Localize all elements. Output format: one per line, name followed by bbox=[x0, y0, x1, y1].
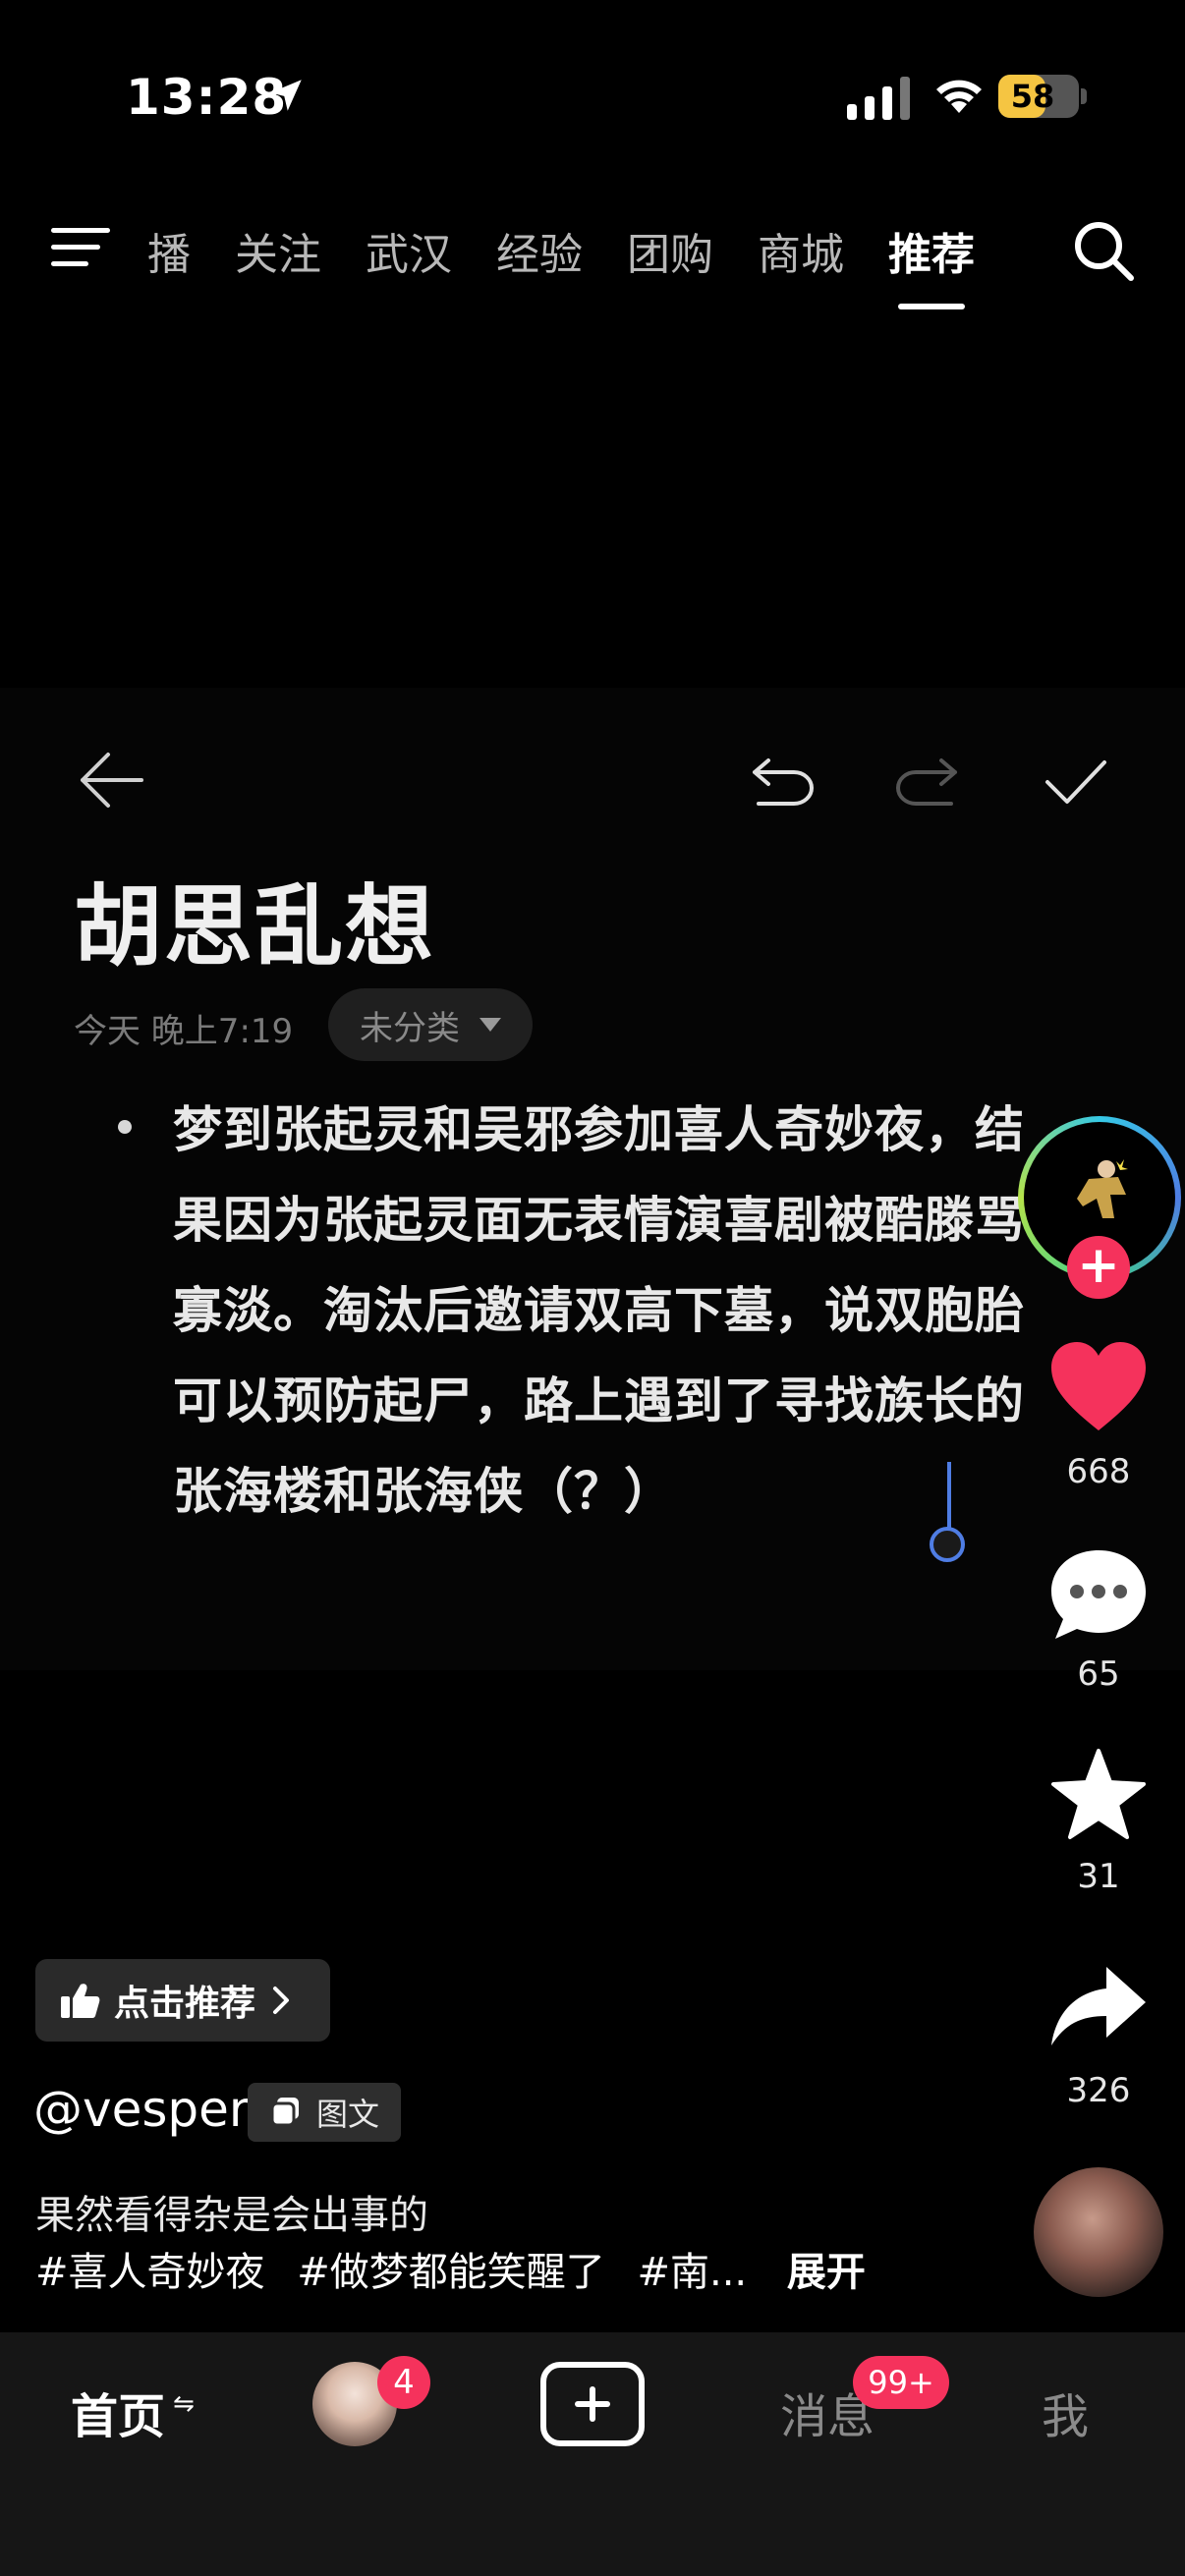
text-cursor-handle bbox=[930, 1527, 965, 1562]
hashtag[interactable]: #南... bbox=[637, 2250, 747, 2295]
tab-mall[interactable]: 商城 bbox=[758, 219, 844, 282]
note-title: 胡思乱想 bbox=[74, 875, 435, 979]
check-icon bbox=[1045, 760, 1106, 804]
post-tags: #喜人奇妙夜 #做梦都能笑醒了 #南... 展开 bbox=[35, 2240, 866, 2297]
tab-me[interactable]: 我 bbox=[1042, 2378, 1089, 2446]
post-type-badge: 图文 bbox=[248, 2083, 401, 2142]
recommend-label: 点击推荐 bbox=[114, 1984, 256, 2024]
friend-badge: 4 bbox=[377, 2356, 430, 2409]
share-count: 326 bbox=[1066, 2071, 1131, 2110]
thumbs-up-icon bbox=[61, 1984, 100, 2018]
hashtag[interactable]: #喜人奇妙夜 bbox=[35, 2250, 265, 2295]
favorite-count: 31 bbox=[1077, 1857, 1120, 1896]
note-timestamp: 今天 晚上7:19 bbox=[74, 1012, 294, 1051]
menu-icon[interactable] bbox=[51, 226, 110, 269]
search-icon[interactable] bbox=[1071, 218, 1136, 283]
battery-indicator: 58 bbox=[998, 75, 1087, 118]
tab-bo[interactable]: 播 bbox=[147, 219, 191, 282]
music-disc[interactable] bbox=[1034, 2167, 1163, 2297]
author-name[interactable]: @vesper bbox=[33, 2081, 249, 2138]
comment-icon[interactable] bbox=[1047, 1546, 1150, 1643]
tab-group-buy[interactable]: 团购 bbox=[627, 219, 713, 282]
caret-down-icon bbox=[480, 1018, 501, 1032]
tab-following[interactable]: 关注 bbox=[235, 219, 321, 282]
favorite-star-icon[interactable] bbox=[1047, 1747, 1150, 1843]
post-type-label: 图文 bbox=[315, 2096, 379, 2133]
recommend-button[interactable]: 点击推荐 bbox=[35, 1959, 330, 2042]
tab-home[interactable]: 首页 bbox=[71, 2378, 165, 2446]
battery-nub bbox=[1081, 88, 1087, 104]
avatar-figure-icon bbox=[1077, 1159, 1128, 1218]
back-arrow-icon bbox=[81, 753, 143, 808]
bullet-dot bbox=[118, 1120, 132, 1134]
status-time: 13:28 bbox=[126, 69, 288, 126]
hashtag[interactable]: #做梦都能笑醒了 bbox=[297, 2250, 605, 2295]
location-arrow-icon bbox=[270, 80, 302, 111]
note-body: 梦到张起灵和吴邪参加喜人奇妙夜，结果因为张起灵面无表情演喜剧被酷滕骂寡淡。淘汰后… bbox=[173, 1101, 1025, 1520]
tab-wuhan[interactable]: 武汉 bbox=[366, 219, 452, 282]
image-text-icon bbox=[270, 2098, 299, 2127]
expand-link[interactable]: 展开 bbox=[787, 2250, 866, 2295]
post-caption: 果然看得杂是会出事的 bbox=[35, 2193, 428, 2238]
undo-icon bbox=[753, 758, 814, 806]
cellular-signal-icon bbox=[847, 77, 910, 120]
tab-recommend[interactable]: 推荐 bbox=[888, 219, 975, 309]
battery-percent: 58 bbox=[1010, 78, 1055, 115]
like-count: 668 bbox=[1066, 1452, 1131, 1491]
like-heart-icon[interactable] bbox=[1047, 1340, 1150, 1434]
follow-button[interactable]: + bbox=[1067, 1236, 1130, 1299]
top-tabs: 播 关注 武汉 经验 团购 商城 推荐 bbox=[147, 216, 1019, 309]
redo-icon bbox=[896, 758, 957, 806]
switch-arrows-icon: ⇋ bbox=[173, 2389, 195, 2419]
chevron-right-icon bbox=[273, 1987, 290, 2014]
share-icon[interactable] bbox=[1047, 1963, 1150, 2049]
wifi-icon bbox=[936, 80, 982, 113]
comment-count: 65 bbox=[1077, 1654, 1120, 1694]
category-pill: 未分类 bbox=[328, 988, 533, 1061]
tab-experience[interactable]: 经验 bbox=[496, 219, 583, 282]
category-label: 未分类 bbox=[360, 1008, 460, 1048]
messages-badge: 99+ bbox=[853, 2356, 949, 2409]
create-post-button[interactable] bbox=[540, 2362, 645, 2446]
plus-icon bbox=[575, 2386, 610, 2422]
